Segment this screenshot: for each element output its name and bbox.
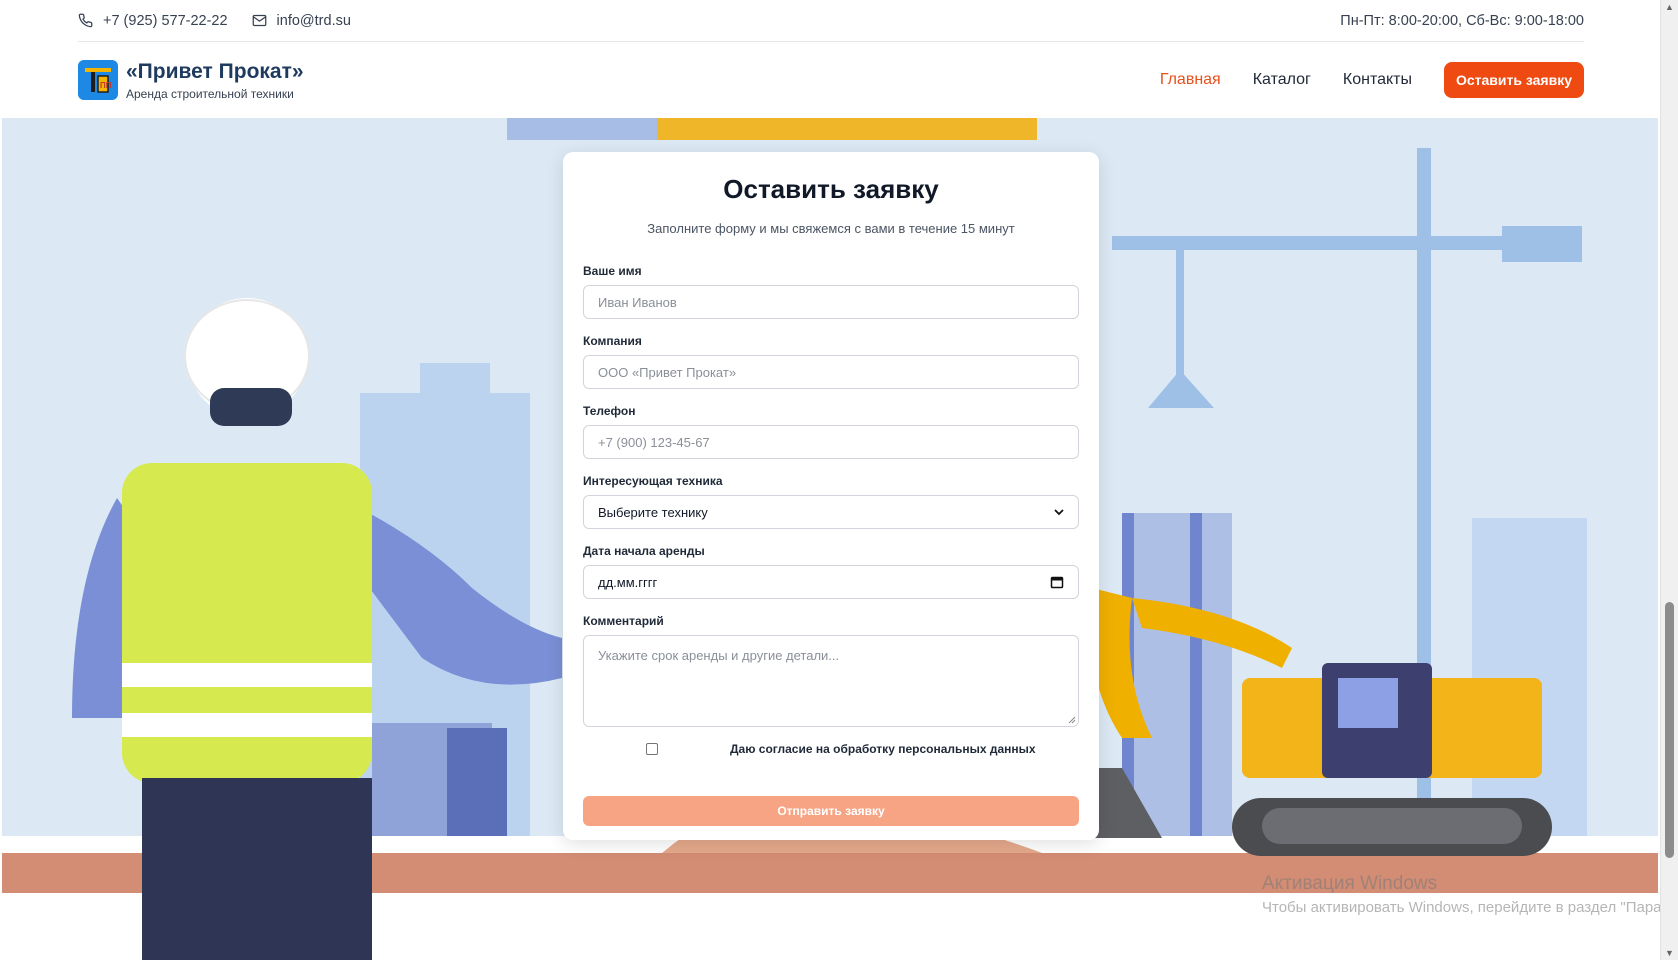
chevron-down-icon <box>1054 509 1064 516</box>
phone-number[interactable]: +7 (925) 577-22-22 <box>103 13 228 29</box>
consent-label[interactable]: Даю согласие на обработку персональных д… <box>730 742 1036 756</box>
site-header: ПП «Привет Прокат» Аренда строительной т… <box>78 42 1584 118</box>
equipment-select[interactable]: Выберите технику <box>583 495 1079 529</box>
date-placeholder: дд.мм.гггг <box>598 574 658 590</box>
calendar-icon[interactable] <box>1050 575 1064 589</box>
watermark-line2: Чтобы активировать Windows, перейдите в … <box>1262 899 1678 916</box>
windows-activation-watermark: Активация Windows Чтобы активировать Win… <box>1262 872 1678 920</box>
mail-icon <box>252 14 266 27</box>
contact-bar: +7 (925) 577-22-22 info@trd.su Пн-Пт: 8:… <box>78 0 1584 42</box>
equipment-selected-value: Выберите технику <box>598 504 708 520</box>
brand-subtitle: Аренда строительной техники <box>126 86 294 101</box>
nav-contacts[interactable]: Контакты <box>1343 71 1412 89</box>
nav-home[interactable]: Главная <box>1160 71 1221 89</box>
email-address[interactable]: info@trd.su <box>277 13 351 29</box>
resize-handle-icon[interactable] <box>1068 716 1076 724</box>
brand-title: «Привет Прокат» <box>126 59 304 83</box>
scroll-thumb[interactable] <box>1665 602 1674 858</box>
crane-logo-icon[interactable]: ПП <box>78 60 118 100</box>
nav-catalog[interactable]: Каталог <box>1253 71 1311 89</box>
comment-placeholder: Укажите срок аренды и другие детали... <box>598 648 840 663</box>
form-subtitle: Заполните форму и мы свяжемся с вами в т… <box>647 221 1015 236</box>
start-date-input[interactable]: дд.мм.гггг <box>583 565 1079 599</box>
svg-text:ПП: ПП <box>100 81 112 90</box>
request-form: Оставить заявку Заполните форму и мы свя… <box>563 152 1099 840</box>
company-input[interactable]: ООО «Привет Прокат» <box>583 355 1079 389</box>
phone-input[interactable]: +7 (900) 123-45-67 <box>583 425 1079 459</box>
comment-textarea[interactable]: Укажите срок аренды и другие детали... <box>583 635 1079 727</box>
start-date-label: Дата начала аренды <box>583 544 705 558</box>
phone-icon <box>78 13 93 28</box>
email-contact[interactable]: info@trd.su <box>252 13 351 29</box>
working-hours: Пн-Пт: 8:00-20:00, Сб-Вс: 9:00-18:00 <box>1340 12 1584 29</box>
header-request-button[interactable]: Оставить заявку <box>1444 62 1584 98</box>
watermark-line1: Активация Windows <box>1262 873 1438 894</box>
main-nav: Главная Каталог Контакты Оставить заявку <box>1160 62 1584 98</box>
submit-button[interactable]: Отправить заявку <box>583 796 1079 826</box>
form-title: Оставить заявку <box>723 174 939 204</box>
consent-row: Даю согласие на обработку персональных д… <box>583 742 1079 756</box>
phone-label: Телефон <box>583 404 636 418</box>
scroll-up-icon[interactable]: ▲ <box>1665 2 1674 12</box>
consent-checkbox[interactable] <box>646 743 658 755</box>
phone-contact[interactable]: +7 (925) 577-22-22 <box>78 13 228 29</box>
name-label: Ваше имя <box>583 264 642 278</box>
scroll-down-icon[interactable]: ▼ <box>1665 948 1674 958</box>
page-scrollbar[interactable]: ▲ ▼ <box>1660 0 1678 960</box>
name-input[interactable]: Иван Иванов <box>583 285 1079 319</box>
brand[interactable]: «Привет Прокат» Аренда строительной техн… <box>126 60 304 101</box>
comment-label: Комментарий <box>583 614 664 628</box>
company-label: Компания <box>583 334 642 348</box>
equipment-label: Интересующая техника <box>583 474 723 488</box>
